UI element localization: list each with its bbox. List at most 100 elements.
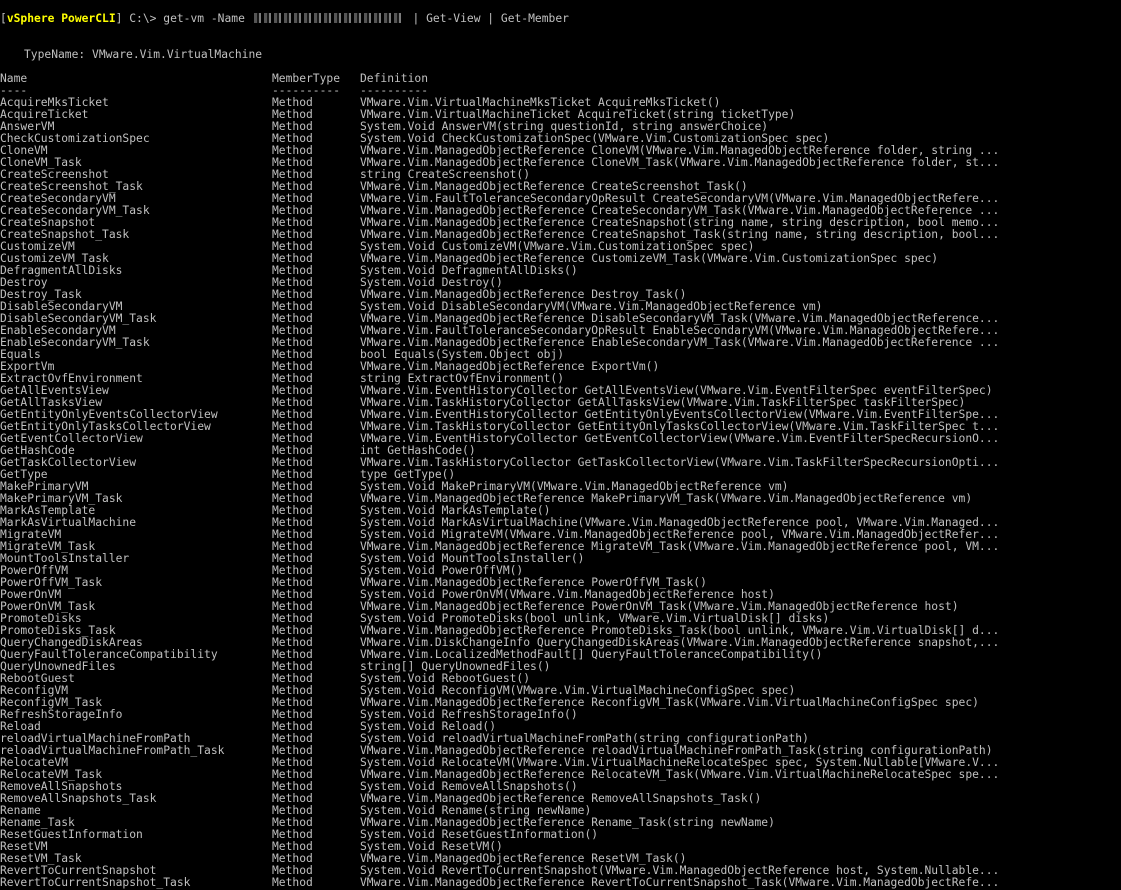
member-definition: System.Void PowerOnVM(VMware.Vim.Managed… (360, 589, 775, 601)
member-definition: VMware.Vim.ManagedObjectReference reload… (360, 745, 993, 757)
member-type: Method (272, 121, 313, 133)
member-type: Method (272, 505, 313, 517)
member-definition: System.Void MarkAsTemplate() (360, 505, 551, 517)
member-name: CloneVM_Task (0, 157, 82, 169)
member-name: RevertToCurrentSnapshot (0, 865, 157, 877)
member-type: Method (272, 253, 313, 265)
table-row: GetHashCode Method int GetHashCode() (0, 445, 1121, 457)
member-type: Method (272, 601, 313, 613)
member-definition: VMware.Vim.ManagedObjectReference Reloca… (360, 769, 1000, 781)
member-type: Method (272, 481, 313, 493)
table-row: ReconfigVM Method System.Void ReconfigVM(V… (0, 685, 1121, 697)
member-type: Method (272, 529, 313, 541)
table-row: RebootGuest Method System.Void RebootGuest… (0, 673, 1121, 685)
member-definition: VMware.Vim.TaskHistoryCollector GetAllTa… (360, 397, 966, 409)
member-name: ReconfigVM (0, 685, 69, 697)
member-definition: System.Void AnswerVM(string questionId, … (360, 121, 769, 133)
member-name: PowerOffVM_Task (0, 577, 103, 589)
member-name: GetAllEventsView (0, 385, 109, 397)
member-name: reloadVirtualMachineFromPath_Task (0, 745, 225, 757)
member-definition: int GetHashCode() (360, 445, 476, 457)
table-row: Rename_Task Method VMware.Vim.ManagedObjec… (0, 817, 1121, 829)
member-definition: VMware.Vim.VirtualMachineMksTicket Acqui… (360, 97, 721, 109)
table-row: ReconfigVM_Task Method VMware.Vim.ManagedO… (0, 697, 1121, 709)
member-type: Method (272, 181, 313, 193)
member-type: Method (272, 757, 313, 769)
member-type: Method (272, 277, 313, 289)
member-name: RemoveAllSnapshots_Task (0, 793, 157, 805)
table-row: RemoveAllSnapshots_Task Method VMware.Vim.… (0, 793, 1121, 805)
member-definition: System.Void DefragmentAllDisks() (360, 265, 578, 277)
header-name: Name (0, 73, 28, 85)
table-row: Equals Method bool Equals(System.Object ob… (0, 349, 1121, 361)
table-row: Destroy_Task Method VMware.Vim.ManagedObje… (0, 289, 1121, 301)
column-header-row: Name MemberType Definition (0, 73, 1121, 85)
table-row: PowerOnVM_Task Method VMware.Vim.ManagedOb… (0, 601, 1121, 613)
table-row: ExportVm Method VMware.Vim.ManagedObjectRe… (0, 361, 1121, 373)
member-type: Method (272, 541, 313, 553)
member-name: QueryChangedDiskAreas (0, 637, 143, 649)
member-definition: bool Equals(System.Object obj) (360, 349, 565, 361)
member-name: CreateSecondaryVM_Task (0, 205, 150, 217)
member-type: Method (272, 769, 313, 781)
powershell-console[interactable]: [vSphere PowerCLI] C:\> get-vm -Name | G… (0, 0, 1121, 890)
table-row: GetEventCollectorView Method VMware.Vim.Ev… (0, 433, 1121, 445)
command-text-end: | Get-View | Get-Member (405, 12, 569, 25)
member-name: MarkAsTemplate (0, 505, 96, 517)
table-row: DefragmentAllDisks Method System.Void Defr… (0, 265, 1121, 277)
member-name: RelocateVM (0, 757, 69, 769)
member-definition: VMware.Vim.EventHistoryCollector GetEnti… (360, 409, 1000, 421)
member-type: Method (272, 589, 313, 601)
table-row: EnableSecondaryVM_Task Method VMware.Vim.M… (0, 337, 1121, 349)
member-name: MigrateVM_Task (0, 541, 96, 553)
member-name: RevertToCurrentSnapshot_Task (0, 877, 191, 889)
member-definition: VMware.Vim.TaskHistoryCollector GetEntit… (360, 421, 1000, 433)
member-name: EnableSecondaryVM_Task (0, 337, 150, 349)
member-definition: VMware.Vim.ManagedObjectReference Create… (360, 217, 1000, 229)
table-row: RemoveAllSnapshots Method System.Void Remo… (0, 781, 1121, 793)
table-row: reloadVirtualMachineFromPath Method System… (0, 733, 1121, 745)
member-name: GetEntityOnlyEventsCollectorView (0, 409, 218, 421)
member-type: Method (272, 385, 313, 397)
header-name-separator: ---- (0, 85, 28, 97)
redacted-vm-name (253, 13, 404, 23)
member-name: Rename (0, 805, 41, 817)
table-row: CreateSecondaryVM_Task Method VMware.Vim.M… (0, 205, 1121, 217)
member-name: GetType (0, 469, 48, 481)
member-definition: System.Void CustomizeVM(VMware.Vim.Custo… (360, 241, 755, 253)
table-row: ExtractOvfEnvironment Method string Extrac… (0, 373, 1121, 385)
table-row: ResetVM_Task Method VMware.Vim.ManagedObje… (0, 853, 1121, 865)
member-name: RelocateVM_Task (0, 769, 103, 781)
member-name: RebootGuest (0, 673, 75, 685)
member-definition: VMware.Vim.ManagedObjectReference Migrat… (360, 541, 1000, 553)
table-row: CreateScreenshot Method string CreateScree… (0, 169, 1121, 181)
column-header-separator-row: ---- ---------- ---------- (0, 85, 1121, 97)
member-type: Method (272, 649, 313, 661)
member-type: Method (272, 841, 313, 853)
table-row: reloadVirtualMachineFromPath_Task Method V… (0, 745, 1121, 757)
table-row: AcquireTicket Method VMware.Vim.VirtualMac… (0, 109, 1121, 121)
member-type: Method (272, 829, 313, 841)
member-type: Method (272, 637, 313, 649)
member-type: Method (272, 553, 313, 565)
table-row: RelocateVM Method System.Void RelocateVM(V… (0, 757, 1121, 769)
member-name: ResetVM (0, 841, 48, 853)
member-definition: System.Void Rename(string newName) (360, 805, 592, 817)
member-type: Method (272, 709, 313, 721)
prompt-bracket-open: [ (0, 12, 7, 25)
member-definition: VMware.Vim.ManagedObjectReference PowerO… (360, 577, 707, 589)
member-type: Method (272, 193, 313, 205)
member-type: Method (272, 421, 313, 433)
member-name: ExtractOvfEnvironment (0, 373, 143, 385)
member-definition: System.Void RebootGuest() (360, 673, 531, 685)
member-name: MakePrimaryVM (0, 481, 89, 493)
table-row: GetAllTasksView Method VMware.Vim.TaskHist… (0, 397, 1121, 409)
member-type: Method (272, 625, 313, 637)
member-definition: VMware.Vim.ManagedObjectReference Export… (360, 361, 660, 373)
table-row: GetEntityOnlyTasksCollectorView Method VMw… (0, 421, 1121, 433)
member-definition: VMware.Vim.EventHistoryCollector GetAllE… (360, 385, 993, 397)
typename-line: TypeName: VMware.Vim.VirtualMachine (24, 48, 263, 61)
member-type: Method (272, 325, 313, 337)
prompt-path: C:\> (122, 12, 164, 25)
prompt-badge: vSphere PowerCLI (6, 12, 116, 25)
